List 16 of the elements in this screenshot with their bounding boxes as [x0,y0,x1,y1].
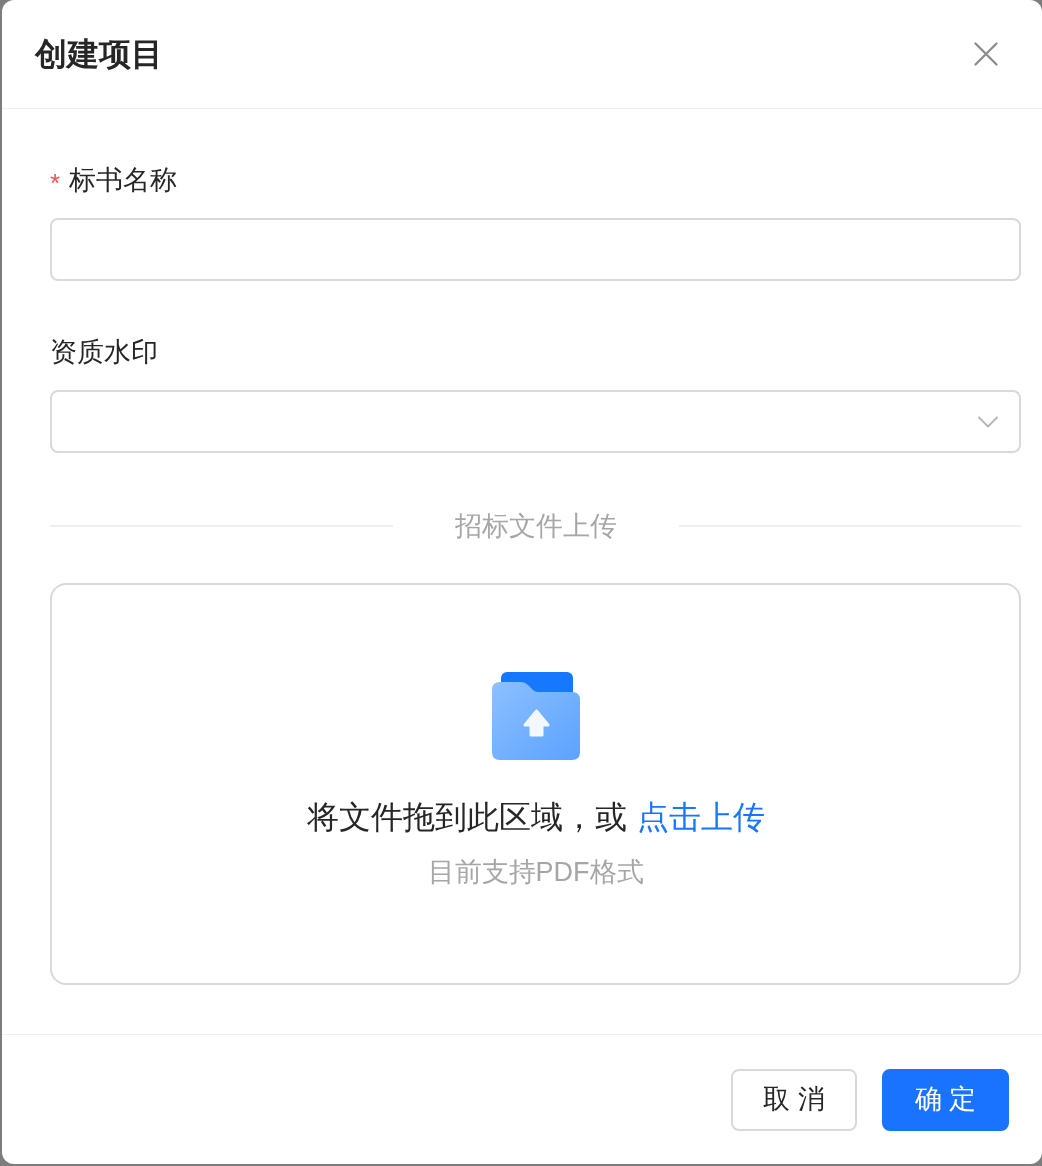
close-button[interactable] [974,42,998,66]
cancel-button[interactable]: 取 消 [731,1068,857,1131]
confirm-button[interactable]: 确 定 [882,1068,1009,1131]
upload-link[interactable]: 点击上传 [636,799,765,835]
required-mark: * [50,167,61,196]
section-divider-label: 招标文件上传 [453,510,618,543]
field-label: 标书名称 [69,164,178,197]
field-label: 资质水印 [50,336,158,369]
folder-upload-icon [491,672,580,760]
dialog-title: 创建项目 [35,35,163,74]
dropdown-field[interactable] [50,390,1021,453]
upload-dropzone[interactable]: 将文件拖到此区域，或 点击上传 目前支持PDF格式 [50,583,1021,985]
upload-instruction: 将文件拖到此区域，或 点击上传 [306,798,765,837]
upload-format-hint: 目前支持PDF格式 [427,856,644,889]
text-input-field[interactable] [50,218,1021,281]
chevron-down-icon [978,415,998,428]
